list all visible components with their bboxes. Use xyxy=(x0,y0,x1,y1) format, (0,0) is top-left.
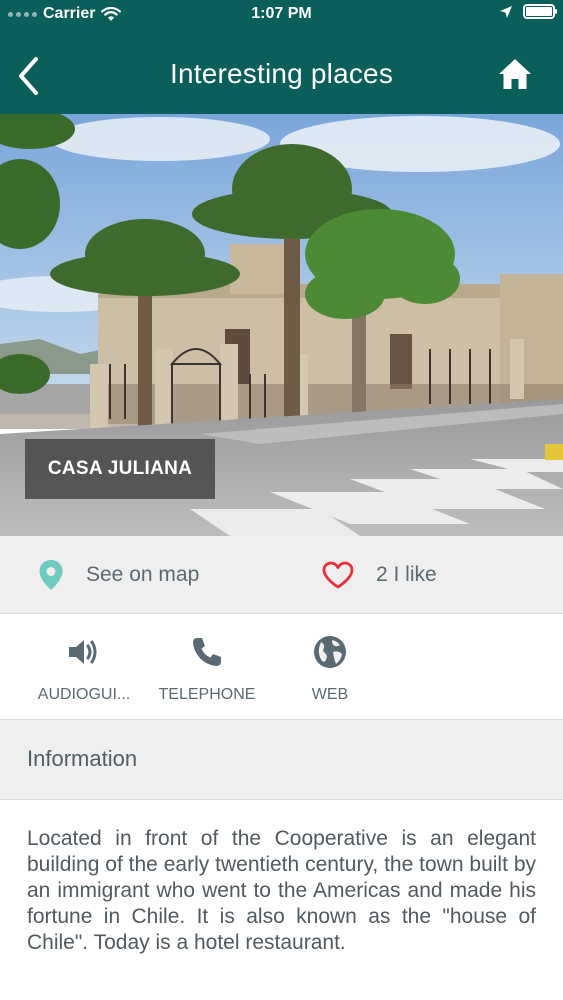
place-photo: CASA JULIANA xyxy=(0,114,563,536)
page-title: Interesting places xyxy=(169,58,394,89)
web-label: WEB xyxy=(311,686,349,703)
see-on-map-button[interactable]: See on map xyxy=(38,536,199,614)
globe-icon xyxy=(314,636,346,668)
battery-icon xyxy=(523,4,557,19)
heart-icon xyxy=(322,561,354,589)
information-text: Located in front of the Cooperative is a… xyxy=(27,827,536,954)
status-right xyxy=(499,4,557,19)
location-arrow-icon xyxy=(500,5,512,18)
audioguide-button[interactable]: AUDIOGUI... xyxy=(24,632,144,704)
phone-icon xyxy=(193,638,221,666)
speaker-icon xyxy=(69,640,97,664)
status-bar: Carrier 1:07 PM xyxy=(0,0,563,30)
action-row: See on map 2 I like xyxy=(0,536,563,614)
home-icon xyxy=(499,59,531,89)
telephone-label: TELEPHONE xyxy=(158,686,256,703)
app-header: Carrier 1:07 PM Interesting places xyxy=(0,0,563,114)
home-button[interactable] xyxy=(497,56,533,92)
like-count-label: 2 I like xyxy=(376,563,437,586)
audioguide-label: AUDIOGUI... xyxy=(37,686,131,703)
telephone-button[interactable]: TELEPHONE xyxy=(147,632,267,704)
information-header: Information xyxy=(0,720,563,800)
battery-level xyxy=(526,7,552,16)
nav-bar: Interesting places xyxy=(0,40,563,110)
map-pin-icon xyxy=(39,560,63,590)
like-button[interactable]: 2 I like xyxy=(322,536,437,614)
place-name-label: CASA JULIANA xyxy=(25,439,215,499)
contact-options: AUDIOGUI... TELEPHONE WEB xyxy=(0,614,563,720)
see-on-map-label: See on map xyxy=(86,563,200,586)
information-heading: Information xyxy=(27,746,138,771)
web-button[interactable]: WEB xyxy=(270,632,390,704)
status-time: 1:07 PM xyxy=(251,5,312,22)
